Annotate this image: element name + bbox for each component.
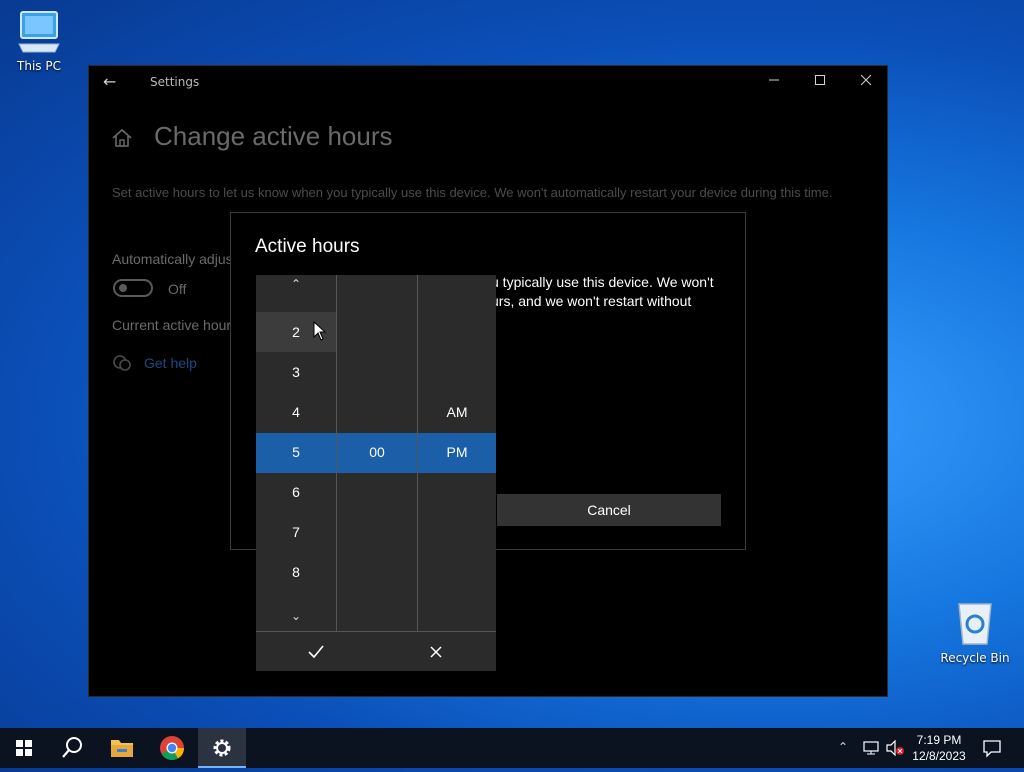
get-help-link[interactable]: Get help [144,355,197,371]
settings-taskbar-button[interactable] [198,728,246,768]
gear-icon [213,739,231,757]
recycle-bin-icon [958,603,992,645]
toggle-state-label: Off [168,281,187,297]
file-explorer-button[interactable] [98,728,146,768]
back-arrow-icon[interactable]: ← [103,72,116,91]
minute-column[interactable]: 00 [337,275,417,631]
hour-option[interactable]: 4 [256,392,336,432]
dialog-title: Active hours [255,236,360,257]
mouse-cursor-icon [313,321,327,341]
desktop-icon-this-pc[interactable]: This PC [4,10,74,73]
search-icon [62,737,82,758]
chrome-icon [160,736,184,761]
home-icon[interactable] [111,128,133,148]
auto-adjust-label: Automatically adjus [112,251,233,267]
network-icon[interactable] [862,740,880,756]
ampm-column[interactable]: AM PM [418,275,496,631]
volume-muted-icon[interactable] [886,740,906,756]
page-title: Change active hours [154,121,393,151]
close-icon [860,74,872,86]
taskbar-clock[interactable]: 7:19 PM 12/8/2023 [906,732,972,764]
search-button[interactable] [48,728,96,768]
cancel-button[interactable]: Cancel [497,494,721,526]
scroll-up-icon[interactable]: ⌃ [256,277,336,297]
minimize-button[interactable] [751,66,797,98]
current-active-hours-label: Current active hour [112,317,232,333]
help-chat-icon [113,355,131,371]
taskbar: ⌃ 7:19 PM 12/8/2023 [0,728,1024,768]
maximize-icon [815,75,825,85]
start-button[interactable] [0,728,48,768]
ampm-option-selected[interactable]: PM [418,432,496,472]
dismiss-button[interactable] [376,632,496,672]
toggle-knob [119,284,127,292]
scroll-down-icon[interactable]: ⌄ [256,609,336,629]
desktop-icon-recycle-bin[interactable]: Recycle Bin [940,600,1010,665]
notification-center-icon[interactable] [982,738,1002,758]
hour-option[interactable]: 3 [256,352,336,392]
windows-logo-icon [16,740,32,756]
maximize-button[interactable] [797,66,843,98]
close-icon [430,646,442,658]
accept-button[interactable] [256,632,376,672]
clock-time: 7:19 PM [916,733,962,747]
folder-icon [111,740,133,757]
page-description: Set active hours to let us know when you… [112,185,833,200]
show-hidden-icons-chevron-icon[interactable]: ⌃ [838,740,848,754]
close-button[interactable] [843,66,889,98]
chrome-button[interactable] [148,728,196,768]
desktop-icon-label: Recycle Bin [940,651,1010,665]
hour-option[interactable]: 7 [256,512,336,552]
hour-option[interactable]: 6 [256,472,336,512]
title-bar: ← Settings [89,66,887,98]
picker-footer [256,631,496,671]
desktop-icon-label: This PC [17,59,61,73]
checkmark-icon [308,645,324,659]
hour-option[interactable]: 8 [256,552,336,592]
ampm-option[interactable]: AM [418,392,496,432]
auto-adjust-toggle[interactable] [113,279,153,297]
minute-option-selected[interactable]: 00 [337,432,417,472]
computer-icon [18,11,60,53]
time-picker-flyout: ⌃ 2 3 4 5 6 7 8 ⌄ 00 AM PM [256,275,496,671]
clock-date: 12/8/2023 [912,749,966,763]
app-title: Settings [150,75,200,89]
hour-option-selected[interactable]: 5 [256,432,336,472]
minimize-icon [769,79,779,81]
